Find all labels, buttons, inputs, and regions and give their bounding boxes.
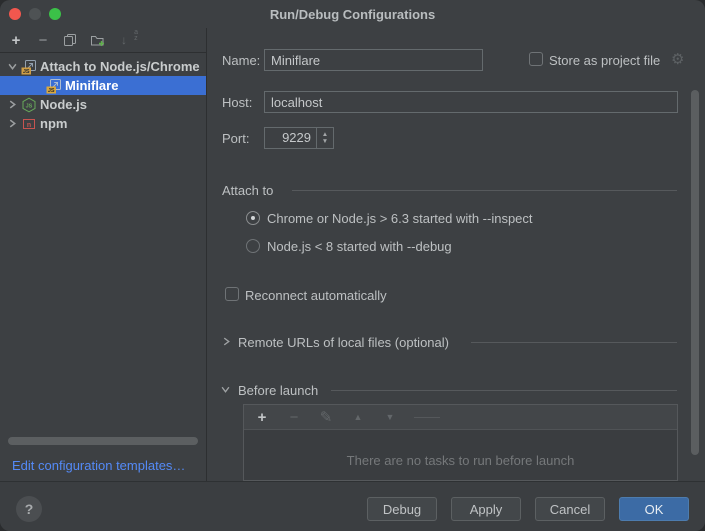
run-debug-configurations-dialog: Run/Debug Configurations + − ↓az JS Atta… — [0, 0, 705, 531]
before-launch-panel: + − ✎ ▲ ▼ There are no tasks to run befo… — [243, 404, 678, 481]
radio-chrome-inspect-label: Chrome or Node.js > 6.3 started with --i… — [267, 211, 533, 226]
dialog-footer: ? Debug Apply Cancel OK — [0, 481, 705, 531]
debug-button[interactable]: Debug — [367, 497, 437, 521]
host-label: Host: — [222, 95, 252, 110]
toolbar-divider — [414, 417, 440, 418]
ok-button[interactable]: OK — [619, 497, 689, 521]
chevron-right-icon[interactable] — [8, 119, 17, 128]
store-as-project-file-label: Store as project file — [549, 53, 660, 68]
section-divider — [292, 190, 677, 191]
before-launch-section-label[interactable]: Before launch — [238, 383, 318, 398]
tree-item-npm[interactable]: n npm — [0, 114, 207, 133]
npm-icon: n — [21, 116, 37, 132]
before-launch-toolbar: + − ✎ ▲ ▼ — [244, 405, 677, 430]
nodejs-icon: JS — [21, 97, 37, 113]
chevron-right-icon[interactable] — [222, 337, 231, 346]
horizontal-scrollbar[interactable] — [8, 437, 198, 445]
name-input[interactable] — [264, 49, 483, 71]
move-up-icon[interactable]: ▲ — [350, 409, 366, 425]
chevron-down-icon[interactable] — [221, 385, 230, 394]
svg-text:JS: JS — [48, 88, 55, 94]
configurations-sidebar: + − ↓az JS Attach to Node.js/Chrome JS — [0, 28, 207, 481]
port-label: Port: — [222, 131, 249, 146]
before-launch-empty-text: There are no tasks to run before launch — [244, 453, 677, 468]
radio-nodejs-debug-label: Node.js < 8 started with --debug — [267, 239, 452, 254]
new-folder-icon[interactable] — [89, 32, 105, 48]
port-value[interactable]: 9229 — [265, 128, 316, 148]
help-icon[interactable]: ? — [16, 496, 42, 522]
reconnect-automatically-checkbox[interactable] — [225, 287, 239, 301]
svg-text:JS: JS — [26, 103, 33, 109]
remove-icon[interactable]: − — [35, 32, 51, 48]
tree-item-label: Attach to Node.js/Chrome — [40, 59, 200, 74]
attach-to-section-label: Attach to — [222, 183, 273, 198]
radio-nodejs-debug[interactable] — [246, 239, 260, 253]
tree-item-attach-to-nodejs-chrome[interactable]: JS Attach to Node.js/Chrome — [0, 57, 207, 76]
remove-icon[interactable]: − — [286, 409, 302, 425]
svg-text:JS: JS — [23, 69, 30, 75]
title-bar: Run/Debug Configurations — [0, 0, 705, 28]
sidebar-toolbar: + − ↓az — [0, 28, 206, 53]
tree-item-label: Node.js — [40, 97, 87, 112]
name-label: Name: — [222, 53, 260, 68]
vertical-scrollbar[interactable] — [691, 90, 699, 455]
section-divider — [471, 342, 677, 343]
remote-urls-section-label[interactable]: Remote URLs of local files (optional) — [238, 335, 449, 350]
attach-nodejs-icon: JS — [21, 59, 37, 75]
stepper-arrows-icon[interactable]: ▲▼ — [316, 128, 333, 148]
edit-icon[interactable]: ✎ — [318, 409, 334, 425]
chevron-right-icon[interactable] — [8, 100, 17, 109]
tree-item-label: npm — [40, 116, 67, 131]
copy-icon[interactable] — [62, 32, 78, 48]
section-divider — [331, 390, 677, 391]
chevron-down-icon[interactable] — [8, 62, 17, 71]
edit-configuration-templates-link[interactable]: Edit configuration templates… — [12, 458, 185, 473]
svg-text:n: n — [27, 121, 31, 128]
tree-item-nodejs[interactable]: JS Node.js — [0, 95, 207, 114]
add-icon[interactable]: + — [254, 409, 270, 425]
store-as-project-file-checkbox[interactable] — [529, 52, 543, 66]
cancel-button[interactable]: Cancel — [535, 497, 605, 521]
apply-button[interactable]: Apply — [451, 497, 521, 521]
host-input[interactable] — [264, 91, 678, 113]
radio-chrome-inspect[interactable] — [246, 211, 260, 225]
window-title: Run/Debug Configurations — [0, 7, 705, 22]
add-icon[interactable]: + — [8, 32, 24, 48]
port-spinner[interactable]: 9229 ▲▼ — [264, 127, 334, 149]
reconnect-automatically-label: Reconnect automatically — [245, 288, 387, 303]
tree-item-miniflare[interactable]: JS Miniflare — [0, 76, 207, 95]
gear-icon[interactable]: ⚙ — [671, 52, 684, 67]
move-down-icon[interactable]: ▼ — [382, 409, 398, 425]
sort-alphabetically-icon[interactable]: ↓az — [116, 32, 132, 48]
attach-nodejs-icon: JS — [46, 78, 62, 94]
tree-item-label: Miniflare — [65, 78, 118, 93]
